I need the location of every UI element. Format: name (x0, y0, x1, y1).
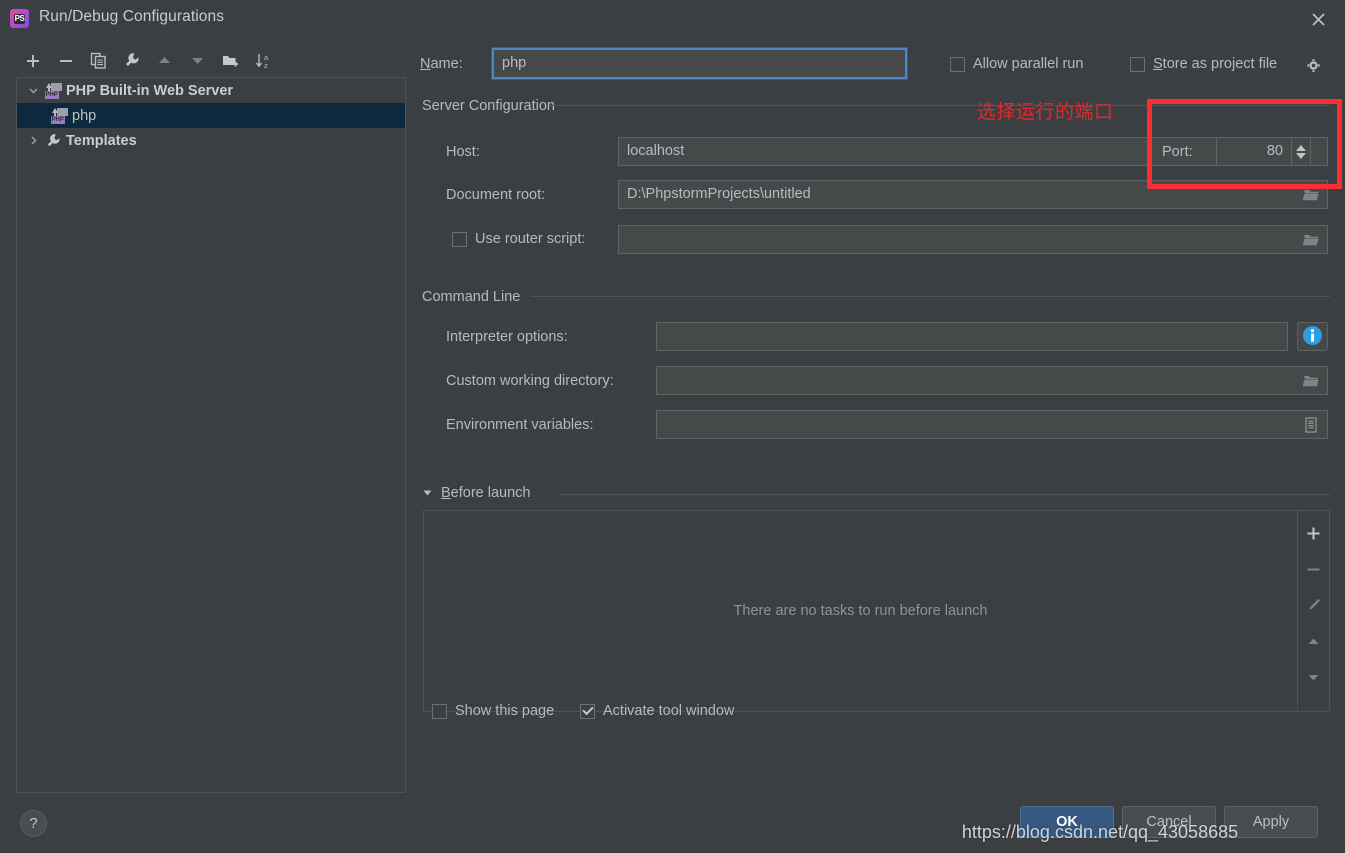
php-server-icon: PHP (49, 107, 69, 125)
activate-tool-window-checkbox-box[interactable] (580, 703, 595, 719)
before-launch-move-up-button[interactable] (1303, 631, 1325, 651)
name-label: Name: (420, 56, 463, 72)
command-line-group-title: Command Line (422, 289, 521, 305)
before-launch-remove-button[interactable] (1303, 559, 1325, 579)
help-button[interactable]: ? (20, 810, 47, 837)
title-bar: PS Run/Debug Configurations (0, 0, 1345, 37)
folder-icon[interactable] (1301, 231, 1321, 249)
document-root-input[interactable]: D:\PhpstormProjects\untitled (618, 180, 1328, 209)
move-down-button[interactable] (181, 46, 214, 76)
configuration-form: Name: php Allow parallel run Store as pr… (420, 45, 1330, 785)
before-launch-empty-message: There are no tasks to run before launch (733, 603, 988, 619)
spinner-down-icon[interactable] (1296, 152, 1306, 159)
info-icon (1302, 325, 1323, 349)
show-this-page-label: Show this page (455, 703, 555, 719)
wrench-icon (43, 132, 63, 150)
use-router-script-checkbox[interactable]: Use router script: (452, 231, 585, 247)
document-root-input-value: D:\PhpstormProjects\untitled (627, 186, 811, 202)
custom-working-directory-label: Custom working directory: (446, 373, 614, 389)
close-icon[interactable] (1305, 6, 1331, 32)
port-input-value: 80 (1266, 143, 1283, 159)
environment-variables-label: Environment variables: (446, 417, 594, 433)
custom-working-directory-input[interactable] (656, 366, 1328, 395)
sort-button[interactable]: a z (247, 46, 280, 76)
activate-tool-window-label: Activate tool window (603, 703, 735, 719)
phpstorm-icon: PS (10, 9, 29, 28)
group-divider (560, 494, 1330, 495)
interpreter-options-label: Interpreter options: (446, 329, 568, 345)
before-launch-add-button[interactable] (1303, 523, 1325, 543)
use-router-script-checkbox-box[interactable] (452, 231, 467, 247)
tree-item-label: php (72, 107, 97, 124)
name-input[interactable]: php (491, 47, 908, 80)
allow-parallel-run-label: Allow parallel run (973, 56, 1084, 72)
before-launch-panel[interactable]: There are no tasks to run before launch (423, 510, 1330, 712)
port-label: Port: (1162, 144, 1193, 160)
move-up-button[interactable] (148, 46, 181, 76)
before-launch-move-down-button[interactable] (1303, 667, 1325, 687)
port-spinner[interactable]: 80 (1216, 137, 1311, 166)
group-divider (550, 105, 1330, 106)
use-router-script-label: Use router script: (475, 231, 586, 247)
document-root-label: Document root: (446, 187, 546, 203)
help-icon: ? (29, 815, 38, 832)
before-launch-toggle[interactable]: Before launch (422, 485, 530, 501)
router-script-input[interactable] (618, 225, 1328, 254)
edit-templates-button[interactable] (115, 46, 148, 76)
chevron-down-icon[interactable] (23, 81, 43, 101)
host-input-value: localhost (627, 143, 685, 159)
svg-text:z: z (264, 61, 268, 70)
tree-item-php-built-in-web-server[interactable]: PHP PHP Built-in Web Server (17, 78, 405, 103)
folder-icon[interactable] (1301, 186, 1321, 204)
show-this-page-checkbox-box[interactable] (432, 703, 447, 719)
store-as-project-file-label: Store as project file (1153, 56, 1278, 72)
activate-tool-window-checkbox[interactable]: Activate tool window (580, 703, 734, 719)
host-label: Host: (446, 144, 480, 160)
before-launch-title: Before launch (441, 485, 531, 501)
spinner-up-icon[interactable] (1296, 144, 1306, 151)
page-title: Run/Debug Configurations (39, 8, 225, 25)
tree-item-label: PHP Built-in Web Server (66, 82, 234, 99)
allow-parallel-run-checkbox[interactable]: Allow parallel run (950, 56, 1083, 72)
watermark-text: https://blog.csdn.net/qq_43058685 (961, 822, 1239, 842)
environment-variables-input[interactable] (656, 410, 1328, 439)
before-launch-edit-button[interactable] (1303, 595, 1325, 615)
php-server-icon: PHP (43, 82, 63, 100)
name-input-value: php (502, 55, 527, 71)
configurations-tree[interactable]: PHP PHP Built-in Web Server PHP php Temp… (16, 77, 406, 793)
list-edit-icon[interactable] (1301, 416, 1321, 434)
tree-item-php[interactable]: PHP php (17, 103, 405, 128)
show-this-page-checkbox[interactable]: Show this page (432, 703, 554, 719)
interpreter-options-info-button[interactable] (1297, 322, 1328, 351)
store-as-project-file-checkbox-box[interactable] (1130, 56, 1145, 72)
port-input[interactable]: 80 (1216, 137, 1292, 166)
copy-configuration-button[interactable] (82, 46, 115, 76)
annotation-text: 选择运行的端口 (977, 102, 1114, 123)
chevron-right-icon[interactable] (23, 131, 43, 151)
tree-item-templates[interactable]: Templates (17, 128, 405, 153)
new-folder-button[interactable] (214, 46, 247, 76)
folder-icon[interactable] (1301, 372, 1321, 390)
configurations-toolbar: a z (16, 45, 291, 76)
expand-icon[interactable] (1261, 328, 1281, 346)
group-divider (530, 296, 1330, 297)
server-configuration-group-title: Server Configuration (422, 98, 555, 114)
interpreter-options-input[interactable] (656, 322, 1288, 351)
tree-item-label: Templates (66, 132, 137, 149)
add-configuration-button[interactable] (16, 46, 49, 76)
before-launch-toolbar (1297, 511, 1329, 711)
gear-icon[interactable] (1305, 57, 1322, 77)
port-spinner-arrows[interactable] (1292, 137, 1311, 166)
store-as-project-file-checkbox[interactable]: Store as project file (1130, 56, 1277, 72)
allow-parallel-run-checkbox-box[interactable] (950, 56, 965, 72)
remove-configuration-button[interactable] (49, 46, 82, 76)
triangle-down-icon[interactable] (422, 485, 433, 501)
